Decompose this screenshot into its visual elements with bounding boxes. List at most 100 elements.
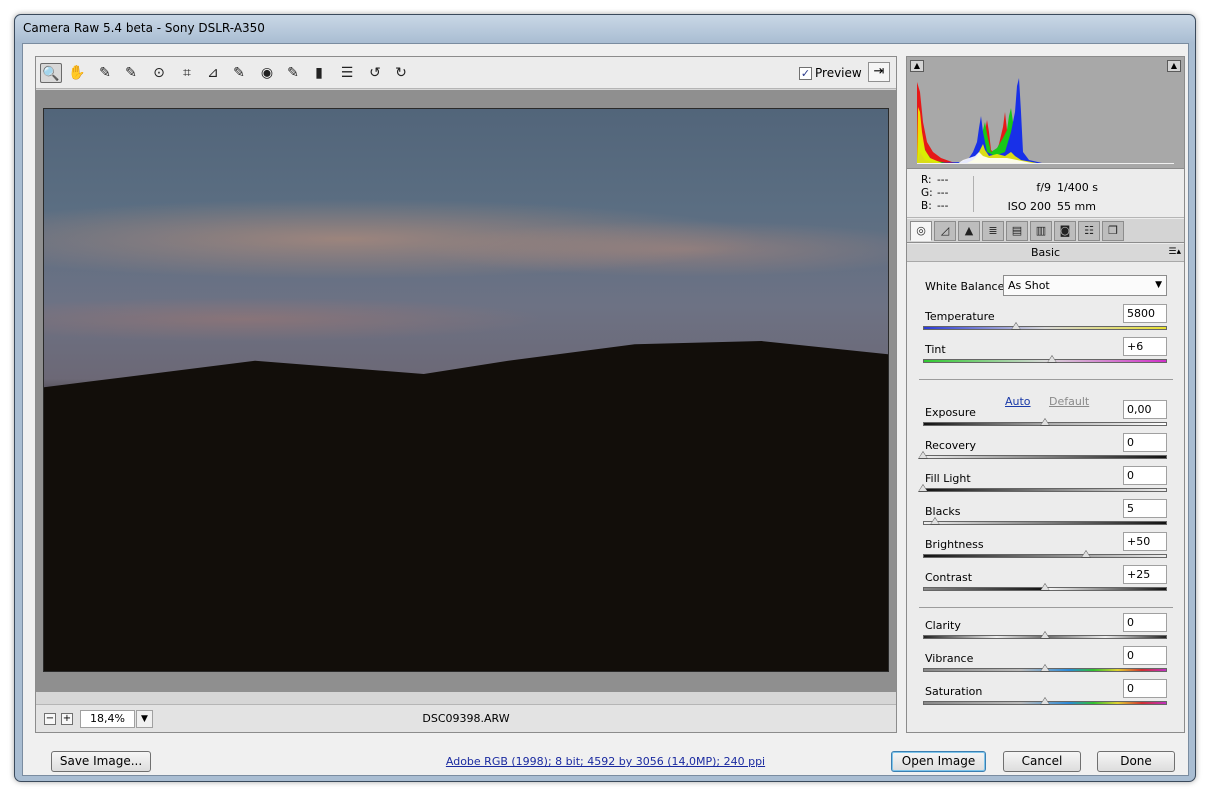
iso-value: ISO 200	[1007, 200, 1051, 213]
contrast-input[interactable]: +25	[1123, 565, 1167, 584]
white-balance-value: As Shot	[1008, 279, 1050, 292]
color-sampler-icon[interactable]: ✎	[120, 63, 142, 83]
exposure-label: Exposure	[925, 406, 976, 419]
brightness-thumb[interactable]	[1080, 550, 1091, 558]
vibrance-thumb[interactable]	[1040, 664, 1050, 672]
panel-header: Basic ☰▴	[907, 244, 1184, 262]
highlight-clipping-warning-icon[interactable]: ▲	[1167, 60, 1181, 72]
panel-menu-icon[interactable]: ☰▴	[1168, 244, 1181, 261]
fill-light-input[interactable]: 0	[1123, 466, 1167, 485]
recovery-label: Recovery	[925, 439, 977, 452]
blacks-input[interactable]: 5	[1123, 499, 1167, 518]
camera-raw-window: Camera Raw 5.4 beta - Sony DSLR-A350 🔍 ✋…	[14, 14, 1196, 782]
fullscreen-toggle-icon[interactable]: ⇥	[868, 62, 890, 82]
saturation-slider: Saturation 0	[923, 679, 1167, 716]
contrast-slider: Contrast +25	[923, 565, 1167, 602]
hsl-tab-icon[interactable]: ≣	[982, 221, 1004, 241]
red-eye-icon[interactable]: ◉	[256, 63, 278, 83]
white-balance-label: White Balance:	[925, 280, 1009, 293]
image-canvas[interactable]	[36, 90, 896, 692]
snapshots-tab-icon[interactable]: ❐	[1102, 221, 1124, 241]
file-name: DSC09398.ARW	[422, 712, 510, 725]
section-divider	[919, 607, 1173, 608]
histogram: ▲ ▲	[907, 57, 1184, 169]
exif-right-column: 1/400 s 55 mm	[1057, 178, 1098, 216]
spot-removal-icon[interactable]: ✎	[228, 63, 250, 83]
clarity-input[interactable]: 0	[1123, 613, 1167, 632]
cancel-button[interactable]: Cancel	[1003, 751, 1081, 772]
adjustment-brush-icon[interactable]: ✎	[282, 63, 304, 83]
title-bar[interactable]: Camera Raw 5.4 beta - Sony DSLR-A350	[15, 15, 1195, 43]
crop-icon[interactable]: ⌗	[176, 63, 198, 83]
rotate-cw-icon[interactable]: ↻	[390, 63, 412, 83]
photo-preview[interactable]	[43, 108, 889, 672]
blacks-track[interactable]	[923, 521, 1167, 525]
clarity-thumb[interactable]	[1040, 631, 1050, 639]
vibrance-input[interactable]: 0	[1123, 646, 1167, 665]
aperture-value: f/9	[1036, 181, 1051, 194]
split-toning-tab-icon[interactable]: ▤	[1006, 221, 1028, 241]
camera-calibration-tab-icon[interactable]: ◙	[1054, 221, 1076, 241]
preview-label: Preview	[815, 66, 862, 80]
targeted-adjustment-icon[interactable]: ⊙	[148, 63, 170, 83]
section-divider	[919, 379, 1173, 380]
r-value: ---	[937, 174, 949, 186]
presets-tab-icon[interactable]: ☷	[1078, 221, 1100, 241]
graduated-filter-icon[interactable]: ▮	[308, 63, 330, 83]
recovery-thumb[interactable]	[918, 451, 928, 459]
temperature-input[interactable]: 5800	[1123, 304, 1167, 323]
shadow-clipping-warning-icon[interactable]: ▲	[910, 60, 924, 72]
fill-light-thumb[interactable]	[918, 484, 928, 492]
tint-thumb[interactable]	[1047, 355, 1058, 363]
straighten-icon[interactable]: ⊿	[202, 63, 224, 83]
fill-light-label: Fill Light	[925, 472, 971, 485]
open-image-button[interactable]: Open Image	[891, 751, 986, 772]
preferences-icon[interactable]: ☰	[336, 63, 358, 83]
contrast-thumb[interactable]	[1040, 583, 1050, 591]
basic-tab-icon[interactable]: ◎	[910, 221, 932, 241]
chevron-down-icon: ▼	[1155, 280, 1162, 290]
rotate-ccw-icon[interactable]: ↺	[364, 63, 386, 83]
vibrance-label: Vibrance	[925, 652, 974, 665]
preview-panel: 🔍 ✋ ✎ ✎ ⊙ ⌗ ⊿ ✎ ◉ ✎ ▮ ☰ ↺ ↻ ✓ Preview ⇥	[35, 56, 897, 733]
zoom-status-bar: − + 18,4% ▼ DSC09398.ARW	[36, 704, 896, 732]
r-label: R:	[921, 174, 932, 186]
white-balance-select[interactable]: As Shot ▼	[1003, 275, 1167, 296]
temperature-track[interactable]	[923, 326, 1167, 330]
eyedropper-icon[interactable]: ✎	[94, 63, 116, 83]
brightness-track[interactable]	[923, 554, 1167, 558]
b-label: B:	[921, 200, 932, 212]
adjustments-panel: ▲ ▲ R: --- G: --- B: --- f/9 ISO 200 1/4…	[906, 56, 1185, 733]
tint-input[interactable]: +6	[1123, 337, 1167, 356]
brightness-label: Brightness	[925, 538, 984, 551]
zoom-icon[interactable]: 🔍	[40, 63, 62, 83]
panel-title: Basic	[1030, 246, 1061, 259]
tint-track[interactable]	[923, 359, 1167, 363]
tone-curve-tab-icon[interactable]: ◿	[934, 221, 956, 241]
preview-checkbox[interactable]: ✓	[799, 66, 812, 80]
histogram-graph	[917, 72, 1174, 164]
focal-length-value: 55 mm	[1057, 200, 1096, 213]
recovery-track[interactable]	[923, 455, 1167, 459]
hand-icon[interactable]: ✋	[66, 63, 88, 83]
lens-corrections-tab-icon[interactable]: ▥	[1030, 221, 1052, 241]
recovery-input[interactable]: 0	[1123, 433, 1167, 452]
saturation-thumb[interactable]	[1040, 697, 1050, 705]
fill-light-track[interactable]	[923, 488, 1167, 492]
brightness-input[interactable]: +50	[1123, 532, 1167, 551]
tint-label: Tint	[925, 343, 946, 356]
saturation-input[interactable]: 0	[1123, 679, 1167, 698]
exposure-input[interactable]: 0,00	[1123, 400, 1167, 419]
blacks-thumb[interactable]	[930, 517, 941, 525]
preview-toggle[interactable]: ✓ Preview	[799, 65, 862, 81]
window-title: Camera Raw 5.4 beta - Sony DSLR-A350	[23, 21, 265, 35]
saturation-label: Saturation	[925, 685, 983, 698]
detail-tab-icon[interactable]: ▲	[958, 221, 980, 241]
exif-left-column: f/9 ISO 200	[1005, 178, 1051, 216]
done-button[interactable]: Done	[1097, 751, 1175, 772]
exposure-thumb[interactable]	[1040, 418, 1050, 426]
readout-divider	[973, 176, 974, 212]
rgb-and-exif-readout: R: --- G: --- B: --- f/9 ISO 200 1/400 s 55…	[907, 170, 1184, 218]
temperature-thumb[interactable]	[1010, 322, 1021, 330]
g-value: ---	[937, 187, 949, 199]
